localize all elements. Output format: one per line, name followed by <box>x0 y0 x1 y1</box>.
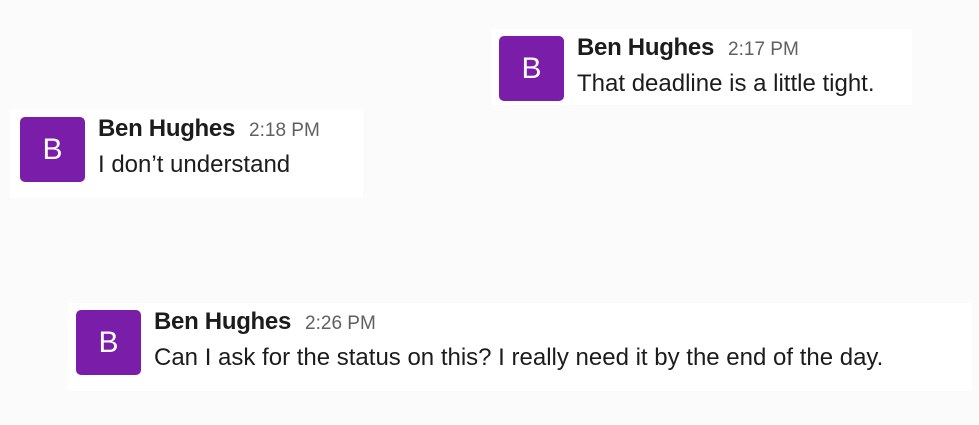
avatar-letter: B <box>42 132 63 166</box>
message-header: Ben Hughes 2:17 PM <box>577 36 875 60</box>
message-text: I don’t understand <box>98 151 291 178</box>
timestamp[interactable]: 2:17 PM <box>728 40 799 59</box>
message-header: Ben Hughes 2:18 PM <box>98 117 320 141</box>
avatar-letter: B <box>521 51 542 85</box>
message-text: That deadline is a little tight. <box>577 70 875 97</box>
avatar-letter: B <box>98 325 119 359</box>
avatar[interactable]: B <box>499 36 564 101</box>
timestamp[interactable]: 2:18 PM <box>249 121 320 140</box>
author-name[interactable]: Ben Hughes <box>98 117 235 141</box>
message-body: Ben Hughes 2:17 PM That deadline is a li… <box>577 36 875 96</box>
message-item[interactable]: B Ben Hughes 2:26 PM Can I ask for the s… <box>68 303 972 391</box>
message-header: Ben Hughes 2:26 PM <box>154 310 883 334</box>
author-name[interactable]: Ben Hughes <box>577 36 714 60</box>
message-body: Ben Hughes 2:26 PM Can I ask for the sta… <box>154 310 883 370</box>
message-text: Can I ask for the status on this? I real… <box>154 344 884 371</box>
message-item[interactable]: B Ben Hughes 2:18 PM I don’t understand <box>10 110 363 198</box>
message-item[interactable]: B Ben Hughes 2:17 PM That deadline is a … <box>491 29 912 105</box>
timestamp[interactable]: 2:26 PM <box>305 314 376 333</box>
author-name[interactable]: Ben Hughes <box>154 310 291 334</box>
avatar[interactable]: B <box>20 117 85 182</box>
message-body: Ben Hughes 2:18 PM I don’t understand <box>98 117 320 177</box>
avatar[interactable]: B <box>76 310 141 375</box>
